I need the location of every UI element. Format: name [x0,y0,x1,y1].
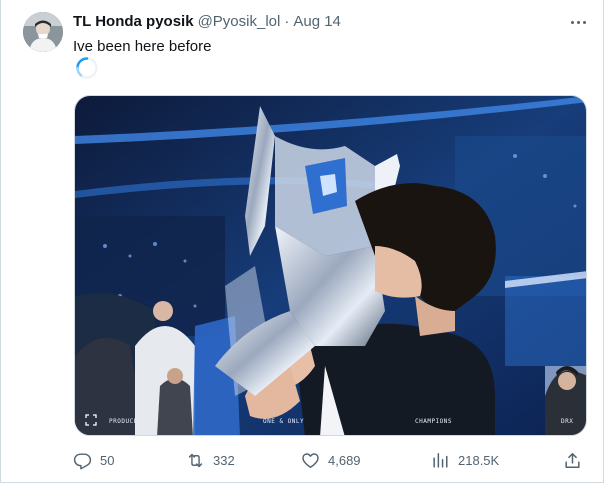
tweet-card[interactable]: TL Honda pyosik @Pyosik_lol · Aug 14 Ive… [0,0,604,483]
views-button[interactable]: 218.5K [431,449,499,471]
reply-button[interactable]: 50 [73,449,114,471]
share-button[interactable] [563,449,582,471]
tweet-text: Ive been here before [73,38,212,55]
separator-dot: · [284,13,290,30]
avatar-image [23,12,63,52]
like-count: 4,689 [328,452,361,468]
repost-icon [188,453,203,467]
like-button[interactable]: 4,689 [301,449,361,471]
trophy-photo [75,96,586,435]
views-icon [433,452,448,468]
tweet-date[interactable]: Aug 14 [293,13,341,30]
more-icon[interactable] [567,12,589,32]
avatar[interactable] [23,12,63,52]
reply-count: 50 [100,452,115,468]
loading-spinner-icon [76,57,98,79]
photo-caption: CHAMPIONS [415,418,453,425]
share-icon [565,452,580,468]
reply-icon [73,452,92,470]
repost-button[interactable]: 332 [186,449,235,471]
expand-icon[interactable] [85,414,97,426]
photo-caption: ONE & ONLY [263,418,305,425]
views-count: 218.5K [458,452,500,468]
tweet-photo[interactable]: PRODUCED ONE & ONLY CHAMPIONS DRX [74,95,587,436]
repost-count: 332 [213,452,235,468]
photo-caption: DRX [561,418,574,425]
tweet-header: TL Honda pyosik @Pyosik_lol · Aug 14 [73,13,341,33]
photo-caption: PRODUCED [109,418,142,425]
display-name[interactable]: TL Honda pyosik [73,13,194,30]
tweet-actions: 50 332 4,689 218.5K [73,449,589,471]
user-handle[interactable]: @Pyosik_lol [198,13,281,30]
heart-icon [302,452,319,468]
